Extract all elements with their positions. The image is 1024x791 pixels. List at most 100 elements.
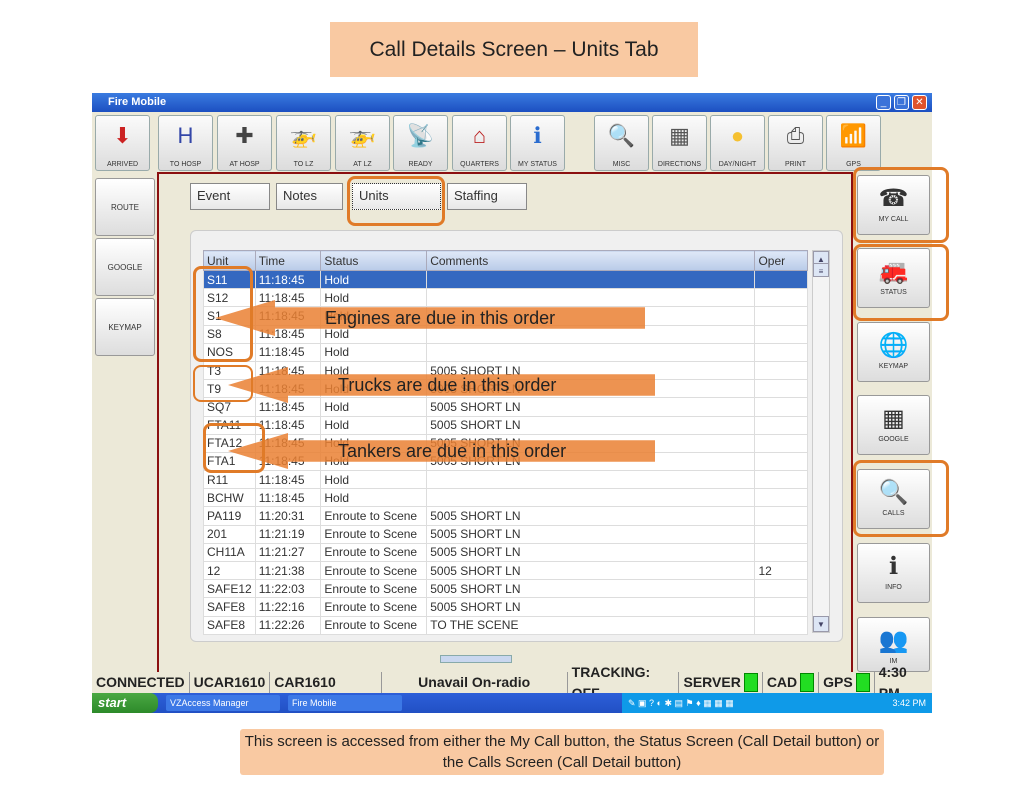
close-button[interactable]: ✕ — [912, 95, 927, 110]
button-label: INFO — [885, 584, 902, 591]
cell-status: Hold — [320, 488, 428, 508]
tab-notes[interactable]: Notes — [276, 183, 343, 210]
cell-oper — [754, 524, 808, 544]
cell-comments — [426, 470, 756, 490]
cell-status: Hold — [320, 288, 428, 308]
cell-status: Enroute to Scene — [320, 506, 428, 526]
table-row[interactable]: S12 11:18:45 Hold — [203, 288, 808, 308]
minimize-button[interactable]: _ — [876, 95, 891, 110]
cell-status: Hold — [320, 342, 428, 362]
cell-status: Enroute to Scene — [320, 542, 428, 563]
cell-status: Enroute to Scene — [320, 597, 428, 617]
button-label: TO LZ — [293, 161, 314, 168]
toolbar-to-hosp-button[interactable]: H TO HOSP — [158, 115, 213, 171]
right-nav-info-button[interactable]: ℹ INFO — [857, 543, 930, 603]
table-row[interactable]: 201 11:21:19 Enroute to Scene 5005 SHORT LN — [203, 524, 808, 544]
cell-comments: 5005 SHORT LN — [426, 597, 756, 617]
table-row[interactable]: SAFE8 11:22:26 Enroute to Scene TO THE SCEN… — [203, 615, 808, 635]
ucar-id: UCAR1610 — [190, 672, 271, 693]
table-row[interactable]: FTA11 11:18:45 Hold 5005 SHORT LN — [203, 415, 808, 435]
cell-status: Enroute to Scene — [320, 579, 428, 599]
toolbar-ready-button[interactable]: 📡 READY — [393, 115, 448, 171]
tracking-status: TRACKING: OFF — [568, 664, 680, 701]
cell-time: 11:18:45 — [254, 488, 322, 508]
tab-event[interactable]: Event — [190, 183, 270, 210]
table-row[interactable]: NOS 11:18:45 Hold — [203, 342, 808, 362]
info-icon: ℹ — [888, 553, 899, 580]
column-header-comments[interactable]: Comments — [426, 250, 756, 271]
cell-oper — [754, 433, 808, 453]
home-icon: ⌂ — [472, 123, 487, 148]
table-row[interactable]: SAFE12 11:22:03 Enroute to Scene 5005 SHORT… — [203, 579, 808, 599]
cell-unit: 12 — [203, 560, 256, 581]
map-icon: ▦ — [882, 405, 905, 432]
left-nav-route-button[interactable]: ROUTE — [95, 178, 155, 236]
table-row[interactable]: SQ7 11:18:45 Hold 5005 SHORT LN — [203, 397, 808, 417]
cell-oper — [754, 597, 808, 617]
cell-time: 11:22:26 — [254, 615, 322, 635]
toolbar-gps-button[interactable]: 📶 GPS — [826, 115, 881, 171]
column-header-oper[interactable]: Oper — [754, 250, 808, 271]
toolbar-misc-button[interactable]: 🔍 MISC — [594, 115, 649, 171]
cell-comments: 5005 SHORT LN — [426, 415, 756, 435]
table-row[interactable]: S11 11:18:45 Hold — [203, 269, 808, 290]
toolbar-at-lz-button[interactable]: 🚁 AT LZ — [335, 115, 390, 171]
cell-unit: SAFE8 — [203, 615, 256, 635]
my-call-highlight — [853, 167, 949, 243]
restore-button[interactable]: ❐ — [894, 95, 909, 110]
table-row[interactable]: 12 11:21:38 Enroute to Scene 5005 SHORT LN 1… — [203, 560, 808, 581]
left-nav-google-button[interactable]: GOOGLE — [95, 238, 155, 296]
toolbar-day-night-button[interactable]: ● DAY/NIGHT — [710, 115, 765, 171]
gps-indicator: GPS — [819, 672, 875, 693]
status-bar: CONNECTED UCAR1610 CAR1610 Unavail On-ra… — [92, 664, 932, 701]
right-nav-google-button[interactable]: ▦ GOOGLE — [857, 395, 930, 455]
cell-comments: 5005 SHORT LN — [426, 506, 756, 526]
horizontal-scroll-thumb[interactable] — [440, 655, 512, 663]
printer-icon: ⎙ — [786, 123, 805, 148]
column-header-status[interactable]: Status — [320, 250, 428, 271]
column-header-time[interactable]: Time — [254, 250, 322, 271]
toolbar-at-hosp-button[interactable]: ✚ AT HOSP — [217, 115, 272, 171]
tab-staffing[interactable]: Staffing — [447, 183, 527, 210]
right-nav-keymap-button[interactable]: 🌐 KEYMAP — [857, 322, 930, 382]
connection-status: CONNECTED — [92, 672, 190, 693]
table-scrollbar[interactable]: ▲ ≡ ▼ — [812, 250, 830, 633]
button-label: DIRECTIONS — [657, 161, 702, 168]
table-row[interactable]: R11 11:18:45 Hold — [203, 470, 808, 490]
cell-oper — [754, 579, 808, 599]
button-label: DAY/NIGHT — [718, 161, 757, 168]
trucks-annotation: Trucks are due in this order — [338, 374, 557, 395]
toolbar-to-lz-button[interactable]: 🚁 TO LZ — [276, 115, 331, 171]
tankers-highlight — [203, 423, 265, 473]
toolbar-print-button[interactable]: ⎙ PRINT — [768, 115, 823, 171]
toolbar-quarters-button[interactable]: ⌂ QUARTERS — [452, 115, 507, 171]
table-row[interactable]: SAFE8 11:22:16 Enroute to Scene 5005 SHORT … — [203, 597, 808, 617]
sun-icon: ● — [730, 123, 745, 148]
button-label: KEYMAP — [878, 363, 909, 370]
scroll-thumb[interactable]: ≡ — [813, 263, 829, 277]
task-vzaccess[interactable]: VZAccess Manager — [166, 695, 280, 711]
button-label: PRINT — [785, 161, 806, 168]
toolbar-directions-button[interactable]: ▦ DIRECTIONS — [652, 115, 707, 171]
gps-label: GPS — [823, 674, 853, 690]
cell-unit: CH11A — [203, 542, 256, 563]
table-row[interactable]: PA119 11:20:31 Enroute to Scene 5005 SHORT … — [203, 506, 808, 526]
helicopter-icon: 🚁 — [289, 123, 318, 148]
toolbar-arrived-button[interactable]: ⬇ ARRIVED — [95, 115, 150, 171]
left-nav-keymap-button[interactable]: KEYMAP — [95, 298, 155, 356]
cell-status: Hold — [320, 415, 428, 435]
cell-status: Hold — [320, 470, 428, 490]
scroll-down-button[interactable]: ▼ — [813, 616, 829, 632]
start-button[interactable]: start — [92, 693, 158, 713]
cell-comments — [426, 342, 756, 362]
toolbar-my-status-button[interactable]: ℹ MY STATUS — [510, 115, 565, 171]
cad-led — [800, 673, 815, 692]
magnifier-icon: 🔍 — [607, 123, 636, 148]
task-fire-mobile[interactable]: Fire Mobile — [288, 695, 402, 711]
button-label: MISC — [612, 161, 631, 168]
cell-unit: 201 — [203, 524, 256, 544]
cell-time: 11:18:45 — [254, 397, 322, 417]
table-row[interactable]: CH11A 11:21:27 Enroute to Scene 5005 SHORT … — [203, 542, 808, 563]
table-row[interactable]: BCHW 11:18:45 Hold — [203, 488, 808, 508]
cell-time: 11:21:19 — [254, 524, 322, 544]
